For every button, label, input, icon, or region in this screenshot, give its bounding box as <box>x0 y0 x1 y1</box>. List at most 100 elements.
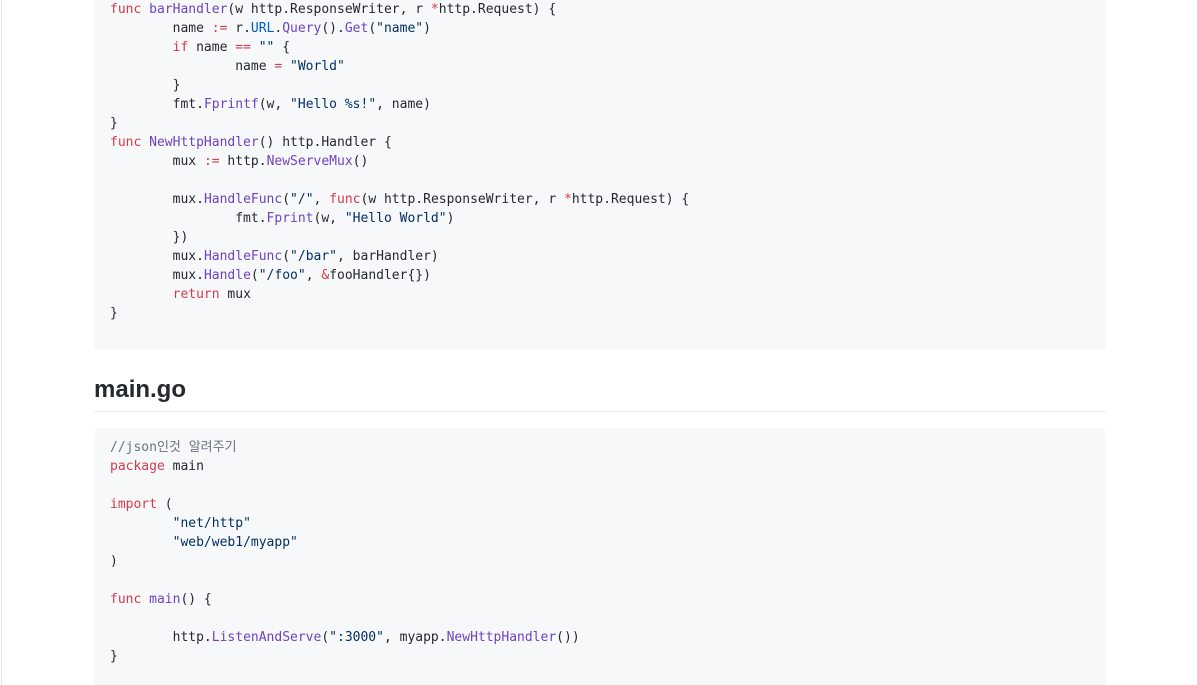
code-line: name := r.URL.Query().Get("name") <box>110 19 1090 38</box>
code-block-myapp: func barHandler(w http.ResponseWriter, r… <box>94 0 1106 350</box>
code-token-plain: } <box>110 78 181 93</box>
code-content: func barHandler(w http.ResponseWriter, r… <box>110 0 1090 323</box>
code-token-plain: ( <box>282 249 291 264</box>
code-token-plain: name <box>188 40 236 55</box>
code-token-plain: } <box>110 649 118 664</box>
code-line: } <box>110 76 1090 95</box>
code-token-keyword: import <box>110 497 157 512</box>
code-token-keyword: func <box>110 592 142 607</box>
heading-divider <box>94 411 1106 412</box>
code-line: func NewHttpHandler() http.Handler { <box>110 133 1090 152</box>
code-token-plain: http.Request) { <box>438 2 557 17</box>
code-line: fmt.Fprint(w, "Hello World") <box>110 209 1090 228</box>
code-token-plain: ( <box>250 268 259 283</box>
code-token-operator: == <box>235 40 251 55</box>
code-token-plain: mux <box>110 154 204 169</box>
code-token-plain: () http.Handler { <box>258 135 392 150</box>
code-line: http.ListenAndServe(":3000", myapp.NewHt… <box>110 628 1090 647</box>
code-token-plain: (w http.ResponseWriter, r <box>360 192 564 207</box>
code-token-plain: main <box>164 459 204 474</box>
code-line: if name == "" { <box>110 38 1090 57</box>
code-line: mux.Handle("/foo", &fooHandler{}) <box>110 266 1090 285</box>
code-token-plain: ) <box>110 554 118 569</box>
code-line: package main <box>110 457 1090 476</box>
section-heading: main.go <box>94 376 187 403</box>
code-line: "web/web1/myapp" <box>110 533 1090 552</box>
code-token-plain: ( <box>368 21 377 36</box>
code-token-plain: name <box>110 59 275 74</box>
code-line: }) <box>110 228 1090 247</box>
code-line: } <box>110 647 1090 666</box>
code-token-plain: ) <box>423 21 431 36</box>
code-token-plain: , <box>305 268 322 283</box>
code-token-operator: * <box>430 2 439 17</box>
code-line: func barHandler(w http.ResponseWriter, r… <box>110 0 1090 19</box>
code-token-plain: , <box>313 192 330 207</box>
code-token-plain: () <box>352 154 369 169</box>
code-line: mux.HandleFunc("/", func(w http.Response… <box>110 190 1090 209</box>
code-token-plain: ) <box>446 211 455 226</box>
code-token-func: NewServeMux <box>266 154 353 169</box>
code-token-plain: (w, <box>258 97 291 112</box>
code-token-string: "net/http" <box>172 516 251 531</box>
code-token-plain: mux. <box>110 192 204 207</box>
code-token-plain: ( <box>321 630 330 645</box>
code-line: fmt.Fprintf(w, "Hello %s!", name) <box>110 95 1090 114</box>
code-line: //json인것 알려주기 <box>110 438 1090 457</box>
code-token-keyword: func <box>110 2 142 17</box>
code-line: name = "World" <box>110 57 1090 76</box>
page-left-border <box>1 0 2 685</box>
code-token-func: Handle <box>203 268 251 283</box>
code-token-operator: & <box>321 268 330 283</box>
code-token-func: HandleFunc <box>203 249 283 264</box>
code-token-string: "/bar" <box>290 249 338 264</box>
code-token-string: "World" <box>290 59 345 74</box>
code-block-main-go: //json인것 알려주기 package main import ( "net/h… <box>94 428 1106 685</box>
code-token-operator: * <box>564 192 572 207</box>
code-token-plain: ( <box>156 497 173 512</box>
code-content: //json인것 알려주기 package main import ( "net/h… <box>110 438 1090 666</box>
code-line: } <box>110 114 1090 133</box>
code-token-operator: := <box>203 154 220 169</box>
code-token-plain: ()) <box>556 630 580 645</box>
code-token-plain: http. <box>219 154 267 169</box>
code-token-plain: }) <box>110 230 189 245</box>
code-token-func: Fprint <box>266 211 314 226</box>
code-token-func: NewHttpHandler <box>446 630 557 645</box>
code-token-string: "/foo" <box>258 268 306 283</box>
code-token-plain: (w, <box>313 211 345 226</box>
code-token-string: "name" <box>376 21 424 36</box>
code-token-plain: ( <box>282 192 291 207</box>
code-token-plain: http. <box>110 630 212 645</box>
code-token-keyword: package <box>110 459 165 474</box>
code-line: mux.HandleFunc("/bar", barHandler) <box>110 247 1090 266</box>
code-token-plain: mux. <box>110 249 204 264</box>
code-token-func: main <box>149 592 181 607</box>
code-token-string: ":3000" <box>329 630 384 645</box>
code-token-comment: //json인것 알려주기 <box>110 440 237 455</box>
code-token-plain: r. <box>227 21 251 36</box>
code-token-plain: fmt. <box>110 211 267 226</box>
code-token-plain: } <box>110 306 118 321</box>
code-token-func: NewHttpHandler <box>149 135 259 150</box>
code-token-keyword: func <box>329 192 361 207</box>
code-token-plain: , barHandler) <box>337 249 439 264</box>
code-token-plain: mux <box>219 287 251 302</box>
code-line: "net/http" <box>110 514 1090 533</box>
code-token-operator: := <box>211 21 228 36</box>
code-token-func: barHandler <box>149 2 228 17</box>
code-token-plain: () { <box>180 592 212 607</box>
code-line: func main() { <box>110 590 1090 609</box>
code-token-plain: (w http.ResponseWriter, r <box>227 2 431 17</box>
